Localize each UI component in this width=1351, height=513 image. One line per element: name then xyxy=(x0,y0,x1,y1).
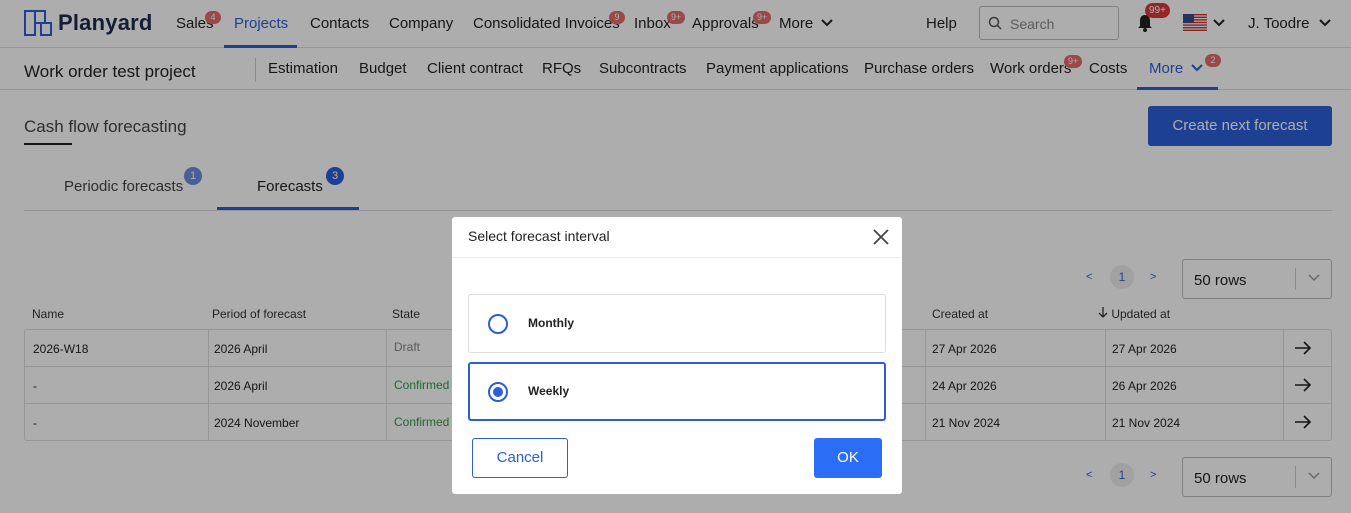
close-icon[interactable] xyxy=(872,228,890,246)
option-monthly[interactable]: Monthly xyxy=(468,294,886,353)
dialog-divider xyxy=(452,257,902,258)
ok-button[interactable]: OK xyxy=(814,438,882,478)
dialog-title: Select forecast interval xyxy=(468,228,610,244)
option-monthly-label: Monthly xyxy=(528,316,574,330)
select-forecast-interval-dialog: Select forecast interval Monthly Weekly … xyxy=(452,217,902,494)
radio-monthly[interactable] xyxy=(488,314,508,334)
cancel-button[interactable]: Cancel xyxy=(472,438,568,478)
option-weekly-label: Weekly xyxy=(528,384,570,398)
radio-selected-dot xyxy=(493,387,503,397)
radio-weekly[interactable] xyxy=(488,382,508,402)
option-weekly[interactable]: Weekly xyxy=(468,362,886,421)
